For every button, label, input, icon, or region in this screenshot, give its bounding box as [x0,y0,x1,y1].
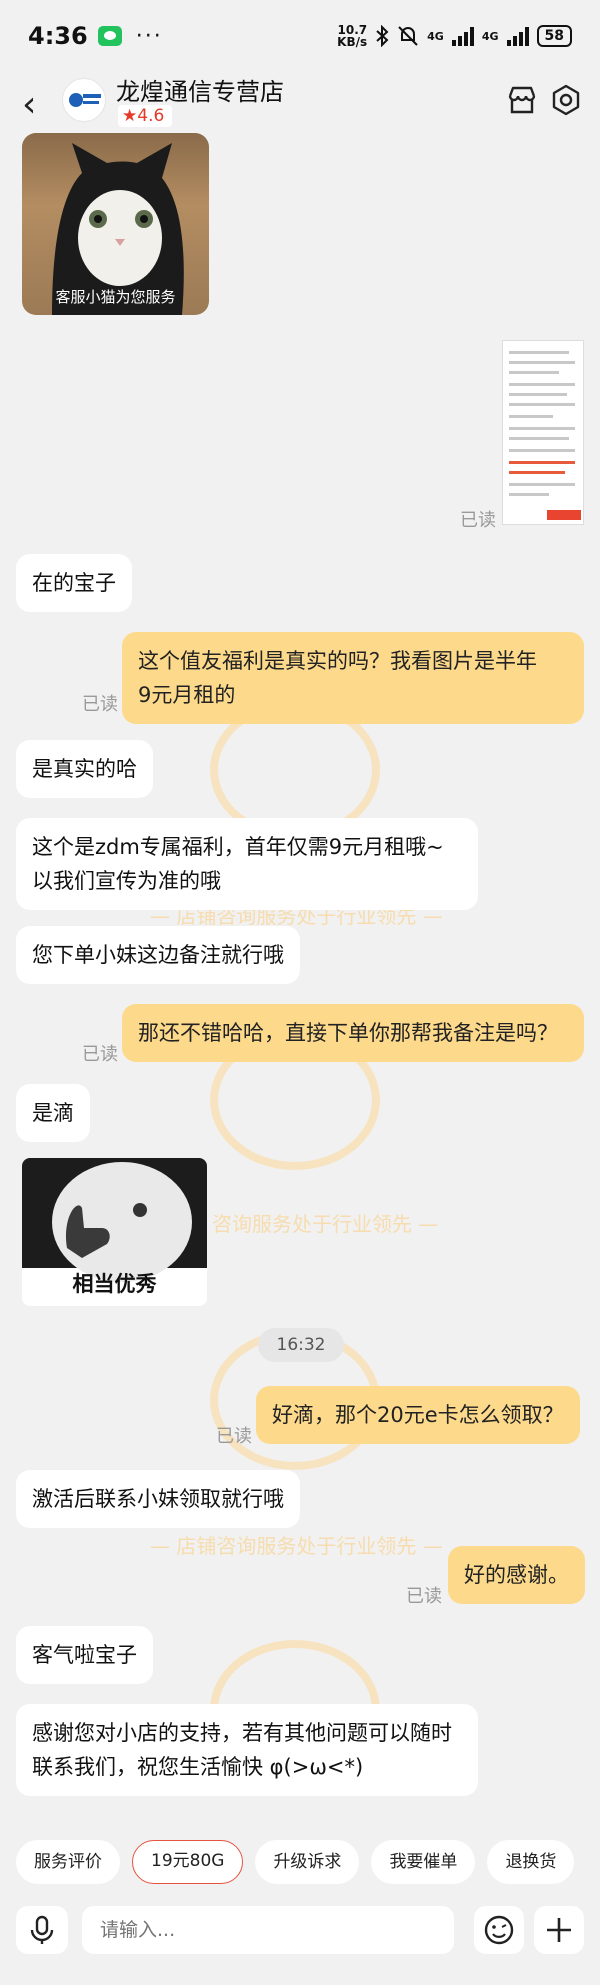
status-time: 4:36 [28,22,88,50]
sticker-caption: 相当优秀 [72,1272,157,1296]
read-status: 已读 [82,694,118,715]
signal-icon-1 [451,26,474,46]
quick-actions-bar: 服务评价 19元80G 升级诉求 我要催单 退换货 [0,1840,600,1886]
read-status: 已读 [216,1426,252,1447]
plus-icon [547,1918,571,1942]
sent-screenshot-image[interactable] [502,340,584,525]
network-speed: 10.7 KB/s [337,24,367,48]
bluetooth-icon [376,25,389,47]
network-type-2: 4G [481,29,499,43]
chip-service-review[interactable]: 服务评价 [16,1840,120,1884]
message-outgoing: 那还不错哈哈，直接下单你那帮我备注是吗？ [122,1004,584,1062]
chip-plan-19-80g[interactable]: 19元80G [132,1840,244,1884]
message-input[interactable] [82,1906,454,1954]
read-status: 已读 [82,1044,118,1065]
message-outgoing: 好滴，那个20元e卡怎么领取？ [256,1386,580,1444]
shop-name[interactable]: 龙煌通信专营店 [116,72,284,107]
message-incoming: 这个是zdm专属福利，首年仅需9元月租哦~ 以我们宣传为准的哦 [16,818,478,910]
chip-return-exchange[interactable]: 退换货 [487,1840,575,1884]
star-icon: ★ [122,106,138,126]
microphone-icon [30,1915,54,1944]
wechat-icon [97,26,122,46]
read-status: 已读 [460,510,496,531]
message-incoming: 感谢您对小店的支持，若有其他问题可以随时 联系我们，祝您生活愉快 φ(>ω<*) [16,1704,478,1796]
status-bar: 4:36 ··· 10.7 KB/s 4G 4G 58 [0,0,600,72]
speed-unit: KB/s [337,35,368,49]
chat-header: ‹ 龙煌通信专营店 ★4.6 [0,72,600,132]
read-status: 已读 [406,1586,442,1607]
chip-escalate[interactable]: 升级诉求 [255,1840,360,1884]
shop-logo[interactable] [62,78,106,122]
service-cat-card[interactable]: 客服小猫为您服务 [22,133,209,315]
message-incoming: 是滴 [16,1084,90,1142]
input-bar [0,1900,600,1985]
more-dots: ··· [135,23,163,49]
card-caption: 客服小猫为您服务 [55,288,176,306]
message-incoming: 客气啦宝子 [16,1626,153,1684]
emoji-icon [484,1915,514,1945]
settings-hexagon-icon[interactable] [548,82,584,118]
watermark-text: 咨询服务处于行业领先 — [212,1212,439,1236]
battery-indicator: 58 [536,25,572,47]
network-type-1: 4G [427,29,444,43]
store-icon[interactable] [504,82,540,118]
rating-value: 4.6 [137,106,165,126]
more-button[interactable] [534,1906,584,1954]
message-incoming: 是真实的哈 [16,740,153,798]
chip-urge-order[interactable]: 我要催单 [371,1840,476,1884]
message-outgoing: 这个值友福利是真实的吗？我看图片是半年 9元月租的 [122,632,584,724]
signal-icon-2 [506,26,529,46]
message-incoming: 您下单小妹这边备注就行哦 [16,926,300,984]
watermark-text: — 店铺咨询服务处于行业领先 — [150,1534,443,1558]
status-right: 10.7 KB/s 4G 4G 58 [337,24,572,48]
emoji-button[interactable] [474,1906,524,1954]
time-divider: 16:32 [258,1328,344,1362]
sticker-image[interactable]: 相当优秀 [22,1158,207,1306]
mute-icon [398,26,418,46]
message-incoming: 在的宝子 [16,554,132,612]
shop-rating: ★4.6 [118,105,173,127]
message-outgoing: 好的感谢。 [448,1546,585,1604]
voice-button[interactable] [16,1906,68,1954]
back-arrow-icon[interactable]: ‹ [22,84,36,125]
message-incoming: 激活后联系小妹领取就行哦 [16,1470,300,1528]
